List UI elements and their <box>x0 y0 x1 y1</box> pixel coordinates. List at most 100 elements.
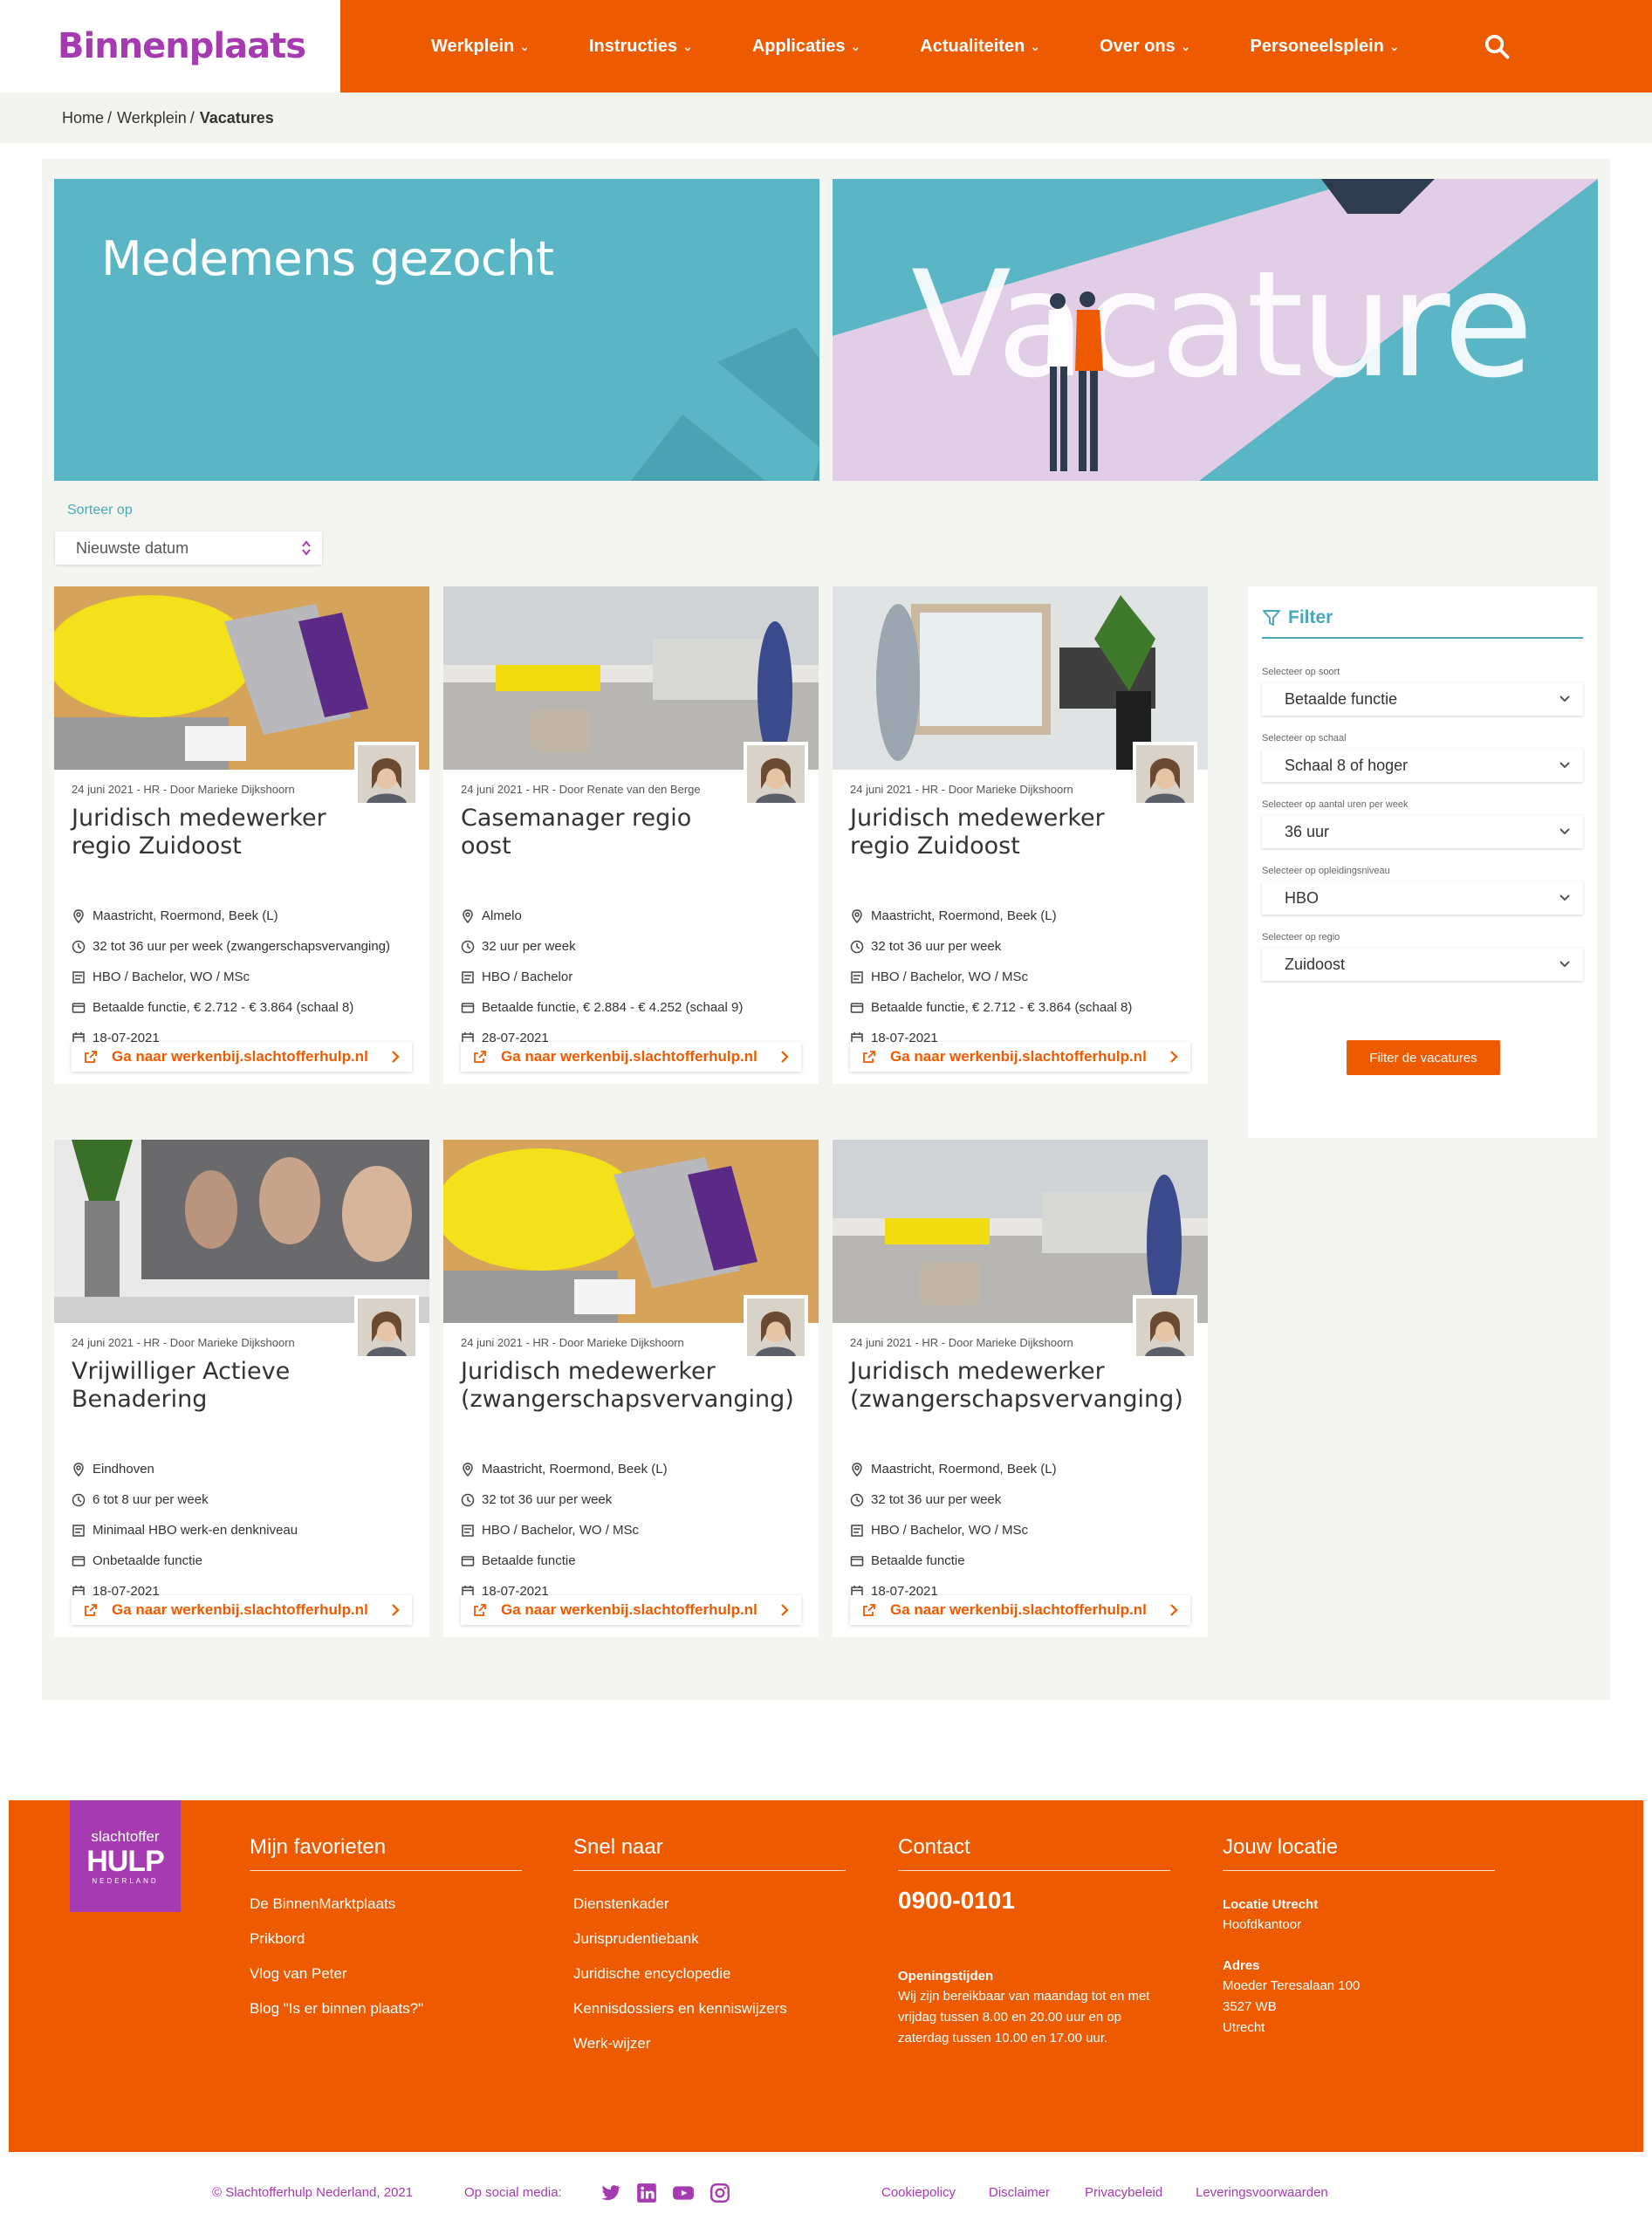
footer-link[interactable]: De BinnenMarktplaats <box>250 1887 522 1922</box>
vacancy-card[interactable]: 24 juni 2021 - HR - Door Marieke Dijksho… <box>443 1140 819 1637</box>
search-icon[interactable] <box>1484 33 1510 59</box>
detail-text: HBO / Bachelor <box>482 970 573 984</box>
chevron-down-icon <box>1559 696 1570 702</box>
card-meta: 24 juni 2021 - HR - Door Marieke Dijksho… <box>72 1336 295 1349</box>
select-value: Betaalde functie <box>1285 689 1398 708</box>
external-link-button[interactable]: Ga naar werkenbij.slachtofferhulp.nl <box>72 1042 412 1072</box>
filter-group-opleiding: Selecteer op opleidingsniveau HBO <box>1262 866 1583 915</box>
card-title[interactable]: Juridisch medewerker (zwangerschapsverva… <box>461 1358 810 1414</box>
detail-education: HBO / Bachelor, WO / MSc <box>461 1515 819 1545</box>
detail-text: HBO / Bachelor, WO / MSc <box>482 1523 640 1538</box>
vacancy-card[interactable]: 24 juni 2021 - HR - Door Marieke Dijksho… <box>54 1140 429 1637</box>
footer-phone[interactable]: 0900-0101 <box>898 1887 1170 1915</box>
footer-link[interactable]: Werk-wijzer <box>573 2026 846 2061</box>
footer-link-disclaimer[interactable]: Disclaimer <box>989 2185 1050 2200</box>
sort-select[interactable]: Nieuwste datum <box>55 531 322 565</box>
chevron-right-icon <box>780 1603 789 1617</box>
breadcrumb: Home / Werkplein / Vacatures <box>0 93 1652 143</box>
filter-group-soort: Selecteer op soort Betaalde functie <box>1262 667 1583 716</box>
footer-link[interactable]: Jurisprudentiebank <box>573 1922 846 1956</box>
detail-hours: 32 tot 36 uur per week <box>850 931 1208 962</box>
avatar <box>1133 1295 1197 1360</box>
detail-text: HBO / Bachelor, WO / MSc <box>871 1523 1029 1538</box>
footer-link[interactable]: Kennisdossiers en kenniswijzers <box>573 1991 846 2026</box>
nav-item-werkplein[interactable]: Werkplein ⌄ <box>431 37 530 57</box>
chevron-down-icon <box>1559 961 1570 968</box>
footer-link[interactable]: Blog "Is er binnen plaats?" <box>250 1991 522 2026</box>
location-pin-icon <box>72 1463 86 1477</box>
filter-select-uren[interactable]: 36 uur <box>1262 815 1583 848</box>
vacancy-card[interactable]: 24 juni 2021 - HR - Door Renate van den … <box>443 586 819 1084</box>
linkedin-icon[interactable] <box>635 2182 658 2204</box>
nav-item-personeelsplein[interactable]: Personeelsplein ⌄ <box>1250 37 1399 57</box>
card-title[interactable]: Juridisch medewerker regio Zuidoost <box>850 805 1129 860</box>
filter-select-regio[interactable]: Zuidoost <box>1262 948 1583 981</box>
footer-link[interactable]: Juridische encyclopedie <box>573 1956 846 1991</box>
card-title[interactable]: Vrijwilliger Actieve Benadering <box>72 1358 351 1414</box>
filter-select-opleiding[interactable]: HBO <box>1262 881 1583 915</box>
logo[interactable]: Binnenplaats <box>0 0 340 93</box>
card-details: Maastricht, Roermond, Beek (L) 32 tot 36… <box>850 901 1208 1053</box>
footer-link[interactable]: Vlog van Peter <box>250 1956 522 1991</box>
cta-label: Ga naar werkenbij.slachtofferhulp.nl <box>890 1601 1147 1618</box>
detail-location: Eindhoven <box>72 1454 429 1484</box>
chevron-down-icon <box>1559 762 1570 769</box>
detail-text: Maastricht, Roermond, Beek (L) <box>871 1462 1057 1477</box>
external-link-button[interactable]: Ga naar werkenbij.slachtofferhulp.nl <box>461 1042 801 1072</box>
twitter-icon[interactable] <box>599 2182 621 2204</box>
card-title[interactable]: Juridisch medewerker regio Zuidoost <box>72 805 351 860</box>
copyright: © Slachtofferhulp Nederland, 2021 <box>212 2185 414 2200</box>
detail-education: Minimaal HBO werk-en denkniveau <box>72 1515 429 1545</box>
instagram-icon[interactable] <box>709 2182 731 2204</box>
filter-select-soort[interactable]: Betaalde functie <box>1262 682 1583 716</box>
nav-item-applicaties[interactable]: Applicaties ⌄ <box>752 37 860 57</box>
education-icon <box>461 1524 475 1538</box>
footer-link-cookiepolicy[interactable]: Cookiepolicy <box>881 2185 956 2200</box>
education-icon <box>72 970 86 984</box>
nav-item-instructies[interactable]: Instructies ⌄ <box>589 37 693 57</box>
filter-label: Selecteer op aantal uren per week <box>1262 799 1409 810</box>
filter-select-schaal[interactable]: Schaal 8 of hoger <box>1262 749 1583 782</box>
external-link-button[interactable]: Ga naar werkenbij.slachtofferhulp.nl <box>850 1595 1190 1625</box>
card-meta: 24 juni 2021 - HR - Door Marieke Dijksho… <box>850 783 1073 796</box>
avatar <box>354 1295 419 1360</box>
filter-submit-button[interactable]: Filter de vacatures <box>1347 1040 1500 1075</box>
chevron-down-icon <box>1559 894 1570 901</box>
vacancy-card[interactable]: 24 juni 2021 - HR - Door Marieke Dijksho… <box>54 586 429 1084</box>
clock-icon <box>72 940 86 954</box>
footer-link-leveringsvoorwaarden[interactable]: Leveringsvoorwaarden <box>1196 2185 1328 2200</box>
card-title[interactable]: Juridisch medewerker (zwangerschapsverva… <box>850 1358 1199 1414</box>
select-value: Zuidoost <box>1285 955 1346 973</box>
footer-link[interactable]: Dienstenkader <box>573 1887 846 1922</box>
detail-text: 32 tot 36 uur per week <box>871 1492 1002 1507</box>
card-title[interactable]: Casemanager regio oost <box>461 805 749 860</box>
breadcrumb-home[interactable]: Home <box>62 109 104 127</box>
location-pin-icon <box>72 909 86 923</box>
footer-location-sub: Hoofdkantoor <box>1223 1917 1302 1932</box>
location-pin-icon <box>850 1463 864 1477</box>
detail-text: HBO / Bachelor, WO / MSc <box>93 970 250 984</box>
youtube-icon[interactable] <box>672 2182 695 2204</box>
footer-link[interactable]: Prikbord <box>250 1922 522 1956</box>
social-label: Op social media: <box>464 2185 562 2200</box>
footer-link-privacybeleid[interactable]: Privacybeleid <box>1085 2185 1162 2200</box>
detail-text: 32 uur per week <box>482 939 576 954</box>
external-link-icon <box>473 1603 487 1617</box>
external-link-icon <box>862 1050 876 1064</box>
filter-label: Selecteer op opleidingsniveau <box>1262 866 1390 876</box>
hero-title: Medemens gezocht <box>101 231 554 286</box>
card-details: Eindhoven 6 tot 8 uur per week Minimaal … <box>72 1454 429 1607</box>
nav-label: Actualiteiten <box>920 36 1025 56</box>
detail-hours: 6 tot 8 uur per week <box>72 1484 429 1515</box>
breadcrumb-werkplein[interactable]: Werkplein <box>117 109 187 127</box>
nav-item-over-ons[interactable]: Over ons ⌄ <box>1100 37 1190 57</box>
external-link-button[interactable]: Ga naar werkenbij.slachtofferhulp.nl <box>72 1595 412 1625</box>
vacancy-card[interactable]: 24 juni 2021 - HR - Door Marieke Dijksho… <box>833 586 1208 1084</box>
vacancy-card[interactable]: 24 juni 2021 - HR - Door Marieke Dijksho… <box>833 1140 1208 1637</box>
external-link-button[interactable]: Ga naar werkenbij.slachtofferhulp.nl <box>461 1595 801 1625</box>
footer-city: Utrecht <box>1223 2020 1265 2035</box>
footer-logo[interactable]: slachtoffer HULP NEDERLAND <box>70 1800 181 1912</box>
cta-label: Ga naar werkenbij.slachtofferhulp.nl <box>112 1601 368 1618</box>
nav-item-actualiteiten[interactable]: Actualiteiten ⌄ <box>920 37 1040 57</box>
external-link-button[interactable]: Ga naar werkenbij.slachtofferhulp.nl <box>850 1042 1190 1072</box>
